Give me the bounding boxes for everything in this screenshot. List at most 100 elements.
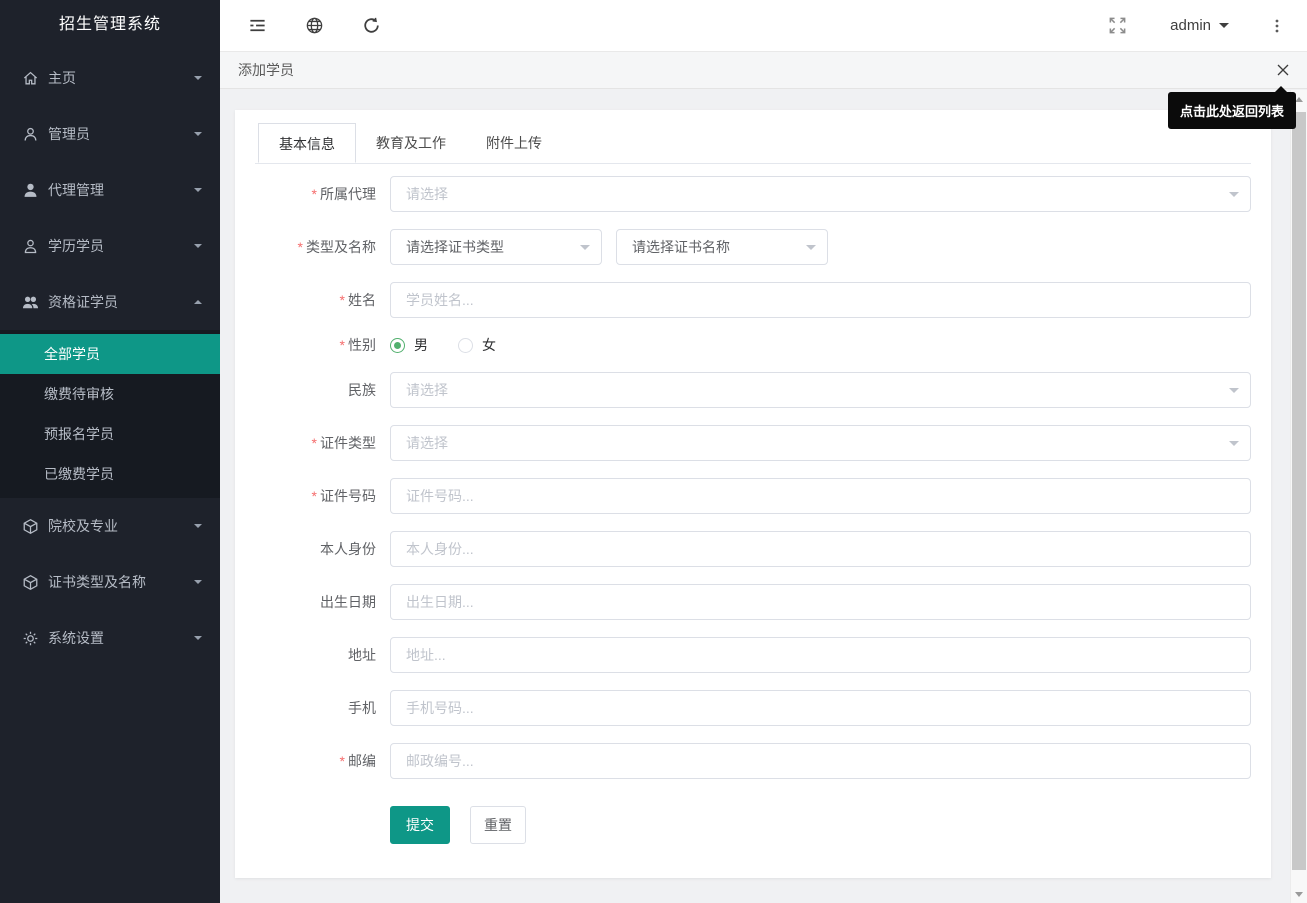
text-input[interactable] (390, 743, 1251, 779)
topbar-right: admin (1108, 16, 1285, 36)
sidebar-item-3[interactable]: 学历学员 (0, 218, 220, 274)
field-control (390, 478, 1251, 514)
chevron-up-icon (194, 296, 202, 304)
text-input[interactable] (390, 531, 1251, 567)
fullscreen-icon[interactable] (1108, 16, 1128, 36)
sidebar-item-label: 学历学员 (48, 236, 188, 256)
sidebar-item-0[interactable]: 主页 (0, 50, 220, 106)
cube-icon (22, 574, 39, 591)
sidebar-item-6[interactable]: 证书类型及名称 (0, 554, 220, 610)
field-control: 请选择 (390, 176, 1251, 212)
form-card: 基本信息教育及工作附件上传 *所属代理请选择*类型及名称请选择证书类型请选择证书… (235, 110, 1271, 878)
chevron-down-icon (194, 636, 202, 644)
submenu-item-active[interactable]: 全部学员 (0, 334, 220, 374)
main-column: admin 添加学员 基本信息教育及工作附件上传 *所属代理请选择*类型及名称请… (220, 0, 1307, 903)
sidebar-item-2[interactable]: 代理管理 (0, 162, 220, 218)
select-dropdown[interactable]: 请选择证书类型 (390, 229, 602, 265)
sidebar-item-label: 证书类型及名称 (48, 572, 188, 592)
add-student-form: *所属代理请选择*类型及名称请选择证书类型请选择证书名称*姓名*性别男女民族请选… (255, 176, 1251, 844)
field-control (390, 531, 1251, 567)
scrollbar-down-arrow[interactable] (1291, 886, 1307, 903)
text-input[interactable] (390, 282, 1251, 318)
fold-icon[interactable] (248, 16, 268, 36)
kebab-menu-icon[interactable] (1269, 17, 1285, 35)
form-row-9: 地址 (255, 637, 1251, 673)
chevron-down-icon (194, 244, 202, 252)
admin-user-icon (22, 126, 39, 143)
sidebar-item-7[interactable]: 系统设置 (0, 610, 220, 666)
form-actions: 提交重置 (390, 806, 1251, 844)
select-dropdown[interactable]: 请选择 (390, 425, 1251, 461)
radio-option[interactable]: 女 (458, 335, 496, 355)
submenu-item[interactable]: 预报名学员 (0, 414, 220, 454)
sidebar-item-label: 代理管理 (48, 180, 188, 200)
chevron-down-icon (1229, 441, 1239, 451)
user-menu[interactable]: admin (1170, 17, 1229, 34)
tab-0[interactable]: 基本信息 (258, 123, 356, 163)
close-icon[interactable] (1275, 62, 1291, 78)
globe-icon[interactable] (305, 16, 325, 36)
text-input[interactable] (390, 584, 1251, 620)
radio-label: 女 (482, 335, 496, 355)
form-row-8: 出生日期 (255, 584, 1251, 620)
select-dropdown[interactable]: 请选择 (390, 176, 1251, 212)
chevron-down-icon (194, 580, 202, 588)
radio-label: 男 (414, 335, 428, 355)
chevron-down-icon (580, 245, 590, 255)
text-input[interactable] (390, 478, 1251, 514)
field-control: 请选择 (390, 372, 1251, 408)
form-row-10: 手机 (255, 690, 1251, 726)
topbar: admin (220, 0, 1307, 52)
select-value: 请选择 (390, 176, 1251, 212)
chevron-down-icon (194, 76, 202, 84)
home-icon (22, 70, 39, 87)
page-tab-bar: 添加学员 (220, 52, 1307, 89)
field-label: 本人身份 (255, 539, 390, 559)
field-label: *性别 (255, 335, 390, 355)
submenu-item[interactable]: 已缴费学员 (0, 454, 220, 494)
required-asterisk: * (340, 337, 345, 353)
required-asterisk: * (340, 753, 345, 769)
select-value: 请选择证书名称 (616, 229, 828, 265)
text-input[interactable] (390, 637, 1251, 673)
required-asterisk: * (312, 488, 317, 504)
chevron-down-icon (194, 524, 202, 532)
submit-button[interactable]: 提交 (390, 806, 450, 844)
select-value: 请选择 (390, 372, 1251, 408)
sidebar: 招生管理系统 主页管理员代理管理学历学员资格证学员全部学员缴费待审核预报名学员已… (0, 0, 220, 903)
select-dropdown[interactable]: 请选择 (390, 372, 1251, 408)
sidebar-item-4[interactable]: 资格证学员 (0, 274, 220, 330)
field-label: 出生日期 (255, 592, 390, 612)
chevron-down-icon (1219, 23, 1229, 33)
sidebar-item-label: 资格证学员 (48, 292, 188, 312)
vertical-scrollbar[interactable] (1290, 90, 1307, 903)
sidebar-submenu: 全部学员缴费待审核预报名学员已缴费学员 (0, 330, 220, 498)
chevron-down-icon (194, 188, 202, 196)
tab-1[interactable]: 教育及工作 (356, 123, 466, 163)
refresh-icon[interactable] (362, 16, 382, 36)
field-label: 民族 (255, 380, 390, 400)
tab-2[interactable]: 附件上传 (466, 123, 562, 163)
chevron-down-icon (1229, 388, 1239, 398)
form-row-5: *证件类型请选择 (255, 425, 1251, 461)
radio-option-selected[interactable]: 男 (390, 335, 428, 355)
field-label: *邮编 (255, 751, 390, 771)
sidebar-item-5[interactable]: 院校及专业 (0, 498, 220, 554)
scrollbar-thumb[interactable] (1292, 112, 1306, 870)
reset-button[interactable]: 重置 (470, 806, 526, 844)
sidebar-item-label: 系统设置 (48, 628, 188, 648)
gear-icon (22, 630, 39, 647)
text-input[interactable] (390, 690, 1251, 726)
submenu-item[interactable]: 缴费待审核 (0, 374, 220, 414)
sidebar-item-1[interactable]: 管理员 (0, 106, 220, 162)
required-asterisk: * (340, 292, 345, 308)
form-row-7: 本人身份 (255, 531, 1251, 567)
field-control (390, 282, 1251, 318)
required-asterisk: * (312, 186, 317, 202)
form-row-1: *类型及名称请选择证书类型请选择证书名称 (255, 229, 1251, 265)
field-label: *类型及名称 (255, 237, 390, 257)
field-label: *证件号码 (255, 486, 390, 506)
select-dropdown[interactable]: 请选择证书名称 (616, 229, 828, 265)
field-control: 请选择 (390, 425, 1251, 461)
content-area: 基本信息教育及工作附件上传 *所属代理请选择*类型及名称请选择证书类型请选择证书… (220, 89, 1307, 903)
